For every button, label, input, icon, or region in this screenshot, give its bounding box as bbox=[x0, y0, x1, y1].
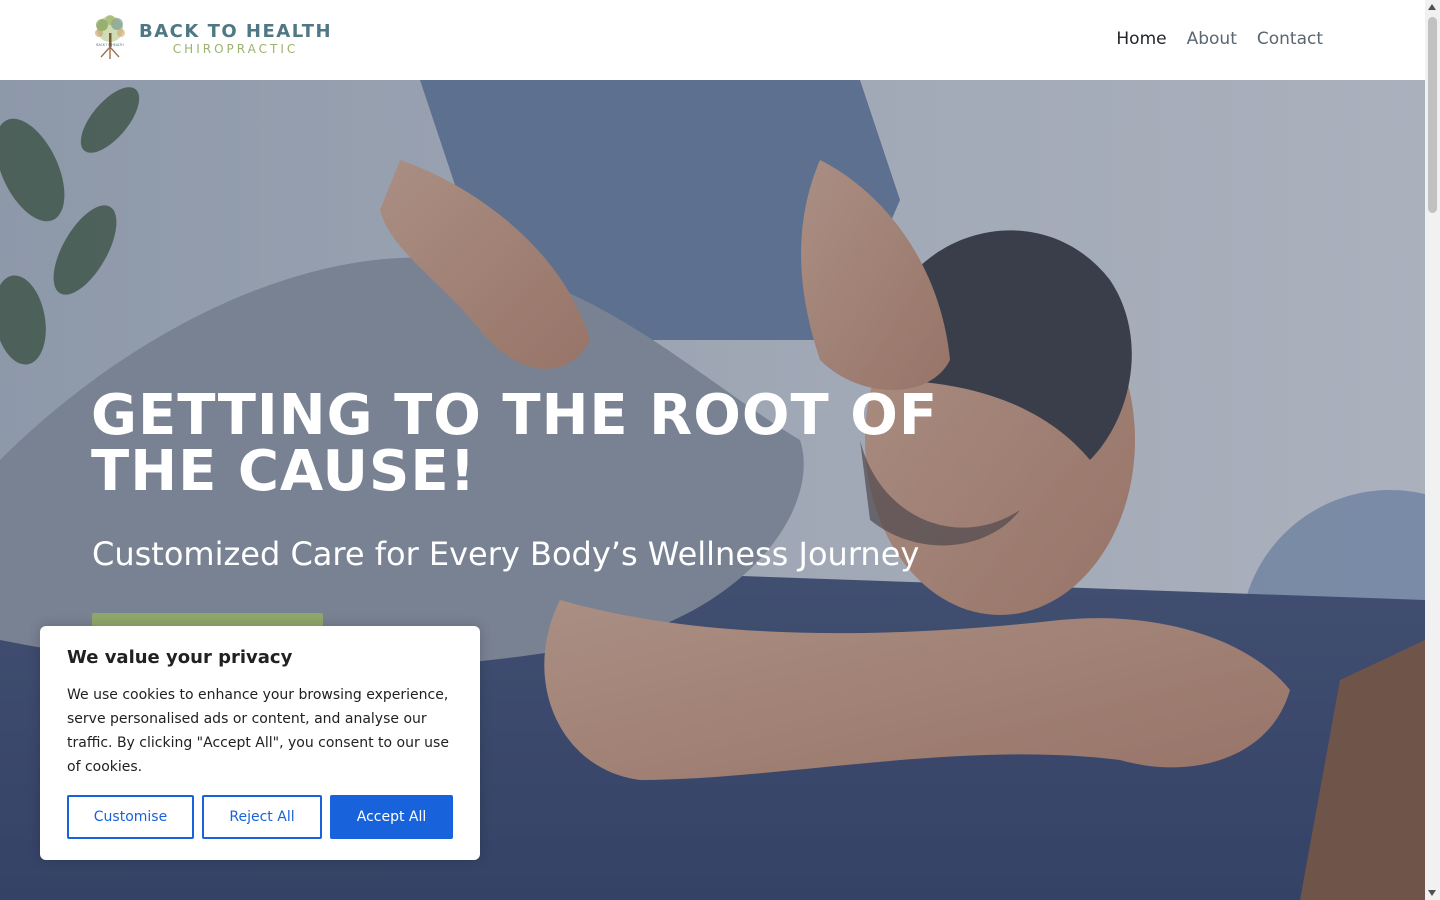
logo-sub-text: CHIROPRACTIC bbox=[172, 42, 299, 56]
page-scrollbar[interactable] bbox=[1425, 0, 1440, 900]
accept-all-button[interactable]: Accept All bbox=[330, 795, 453, 839]
logo-tree-text: BACK TO HEALTH bbox=[96, 43, 124, 47]
logo-text: BACK TO HEALTH CHIROPRACTIC bbox=[139, 21, 333, 57]
reject-all-button[interactable]: Reject All bbox=[202, 795, 322, 839]
nav-home[interactable]: Home bbox=[1116, 27, 1166, 51]
customise-button[interactable]: Customise bbox=[67, 795, 194, 839]
cookie-title: We value your privacy bbox=[67, 647, 293, 668]
hero-title: GETTING TO THE ROOT OF THE CAUSE! bbox=[91, 383, 939, 504]
main-nav: Home About Contact bbox=[1116, 27, 1323, 51]
cookie-description: We use cookies to enhance your browsing … bbox=[67, 687, 449, 775]
tree-logo-icon: BACK TO HEALTH bbox=[95, 15, 125, 59]
site-header: BACK TO HEALTH BACK TO HEALTH CHIROPRACT… bbox=[0, 0, 1425, 80]
nav-about[interactable]: About bbox=[1187, 27, 1237, 51]
cookie-consent-banner: We value your privacy We use cookies to … bbox=[40, 626, 480, 860]
scroll-up-arrow-icon[interactable] bbox=[1428, 4, 1436, 10]
scroll-down-arrow-icon[interactable] bbox=[1428, 890, 1436, 896]
scroll-thumb[interactable] bbox=[1428, 17, 1437, 213]
logo-main-text: BACK TO HEALTH bbox=[139, 21, 333, 42]
site-logo[interactable]: BACK TO HEALTH BACK TO HEALTH CHIROPRACT… bbox=[89, 12, 332, 66]
nav-contact[interactable]: Contact bbox=[1257, 27, 1323, 51]
hero-subtitle: Customized Care for Every Body’s Wellnes… bbox=[92, 535, 920, 573]
